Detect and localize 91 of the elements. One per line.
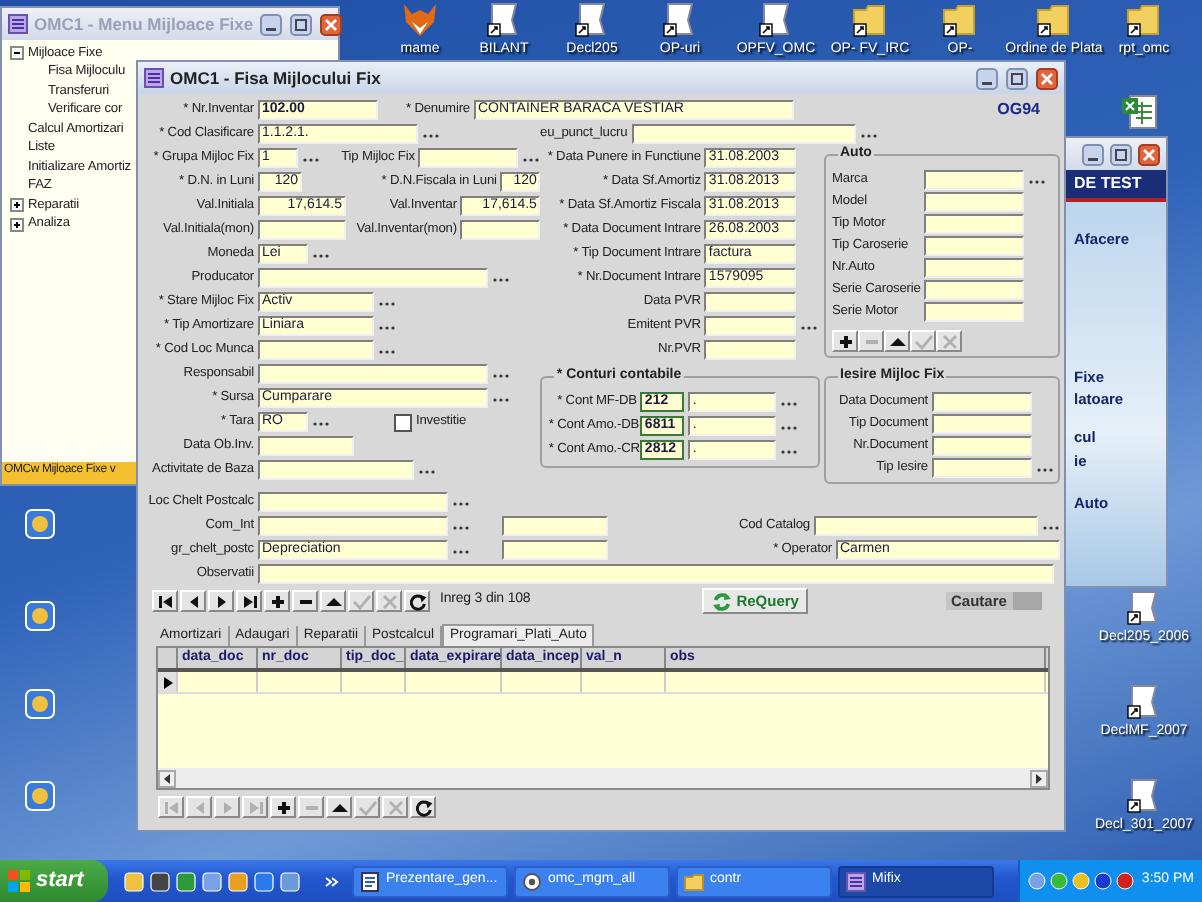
next-button[interactable] <box>208 590 234 612</box>
text-field[interactable] <box>258 492 448 512</box>
minimize-button[interactable] <box>976 67 998 89</box>
app-icon <box>8 14 28 34</box>
minimize-button[interactable] <box>1082 143 1104 165</box>
text-field[interactable] <box>258 516 448 536</box>
skip-left-icon <box>153 591 177 611</box>
maximize-button[interactable] <box>1110 143 1132 165</box>
text-field[interactable] <box>631 124 856 144</box>
close-button[interactable] <box>1138 143 1160 165</box>
refresh-button[interactable] <box>410 796 436 818</box>
collapse-icon[interactable] <box>10 46 24 61</box>
last-button[interactable] <box>236 590 262 612</box>
expand-icon[interactable] <box>10 217 24 232</box>
maximize-button[interactable] <box>1006 67 1028 89</box>
text-field[interactable] <box>704 316 797 336</box>
browser-icon <box>522 871 542 891</box>
app-icon[interactable] <box>20 684 60 724</box>
first-button[interactable] <box>152 590 178 612</box>
text-field[interactable] <box>502 540 608 560</box>
refresh-icon <box>405 591 429 611</box>
text-field[interactable] <box>258 220 346 240</box>
fox-icon[interactable] <box>400 0 440 40</box>
refresh-button[interactable] <box>404 590 430 612</box>
checkmark-icon <box>349 591 373 611</box>
text-field[interactable] <box>924 279 1024 299</box>
folder-icon[interactable] <box>850 0 890 40</box>
expand-icon[interactable] <box>10 198 24 213</box>
text-field[interactable] <box>932 435 1032 455</box>
text-field[interactable] <box>460 220 541 240</box>
move-up-button[interactable] <box>884 330 910 352</box>
delete-button[interactable] <box>292 590 318 612</box>
text-field[interactable] <box>258 564 1054 584</box>
text-field[interactable] <box>924 169 1024 189</box>
close-button[interactable] <box>319 13 342 35</box>
checkmark-icon <box>355 797 379 817</box>
app-icon[interactable] <box>20 776 60 816</box>
text-field[interactable] <box>932 391 1032 411</box>
app-icon <box>144 68 164 88</box>
text-field[interactable] <box>924 301 1024 321</box>
refresh-icon <box>411 797 435 817</box>
move-up-button[interactable] <box>326 796 352 818</box>
text-field[interactable] <box>924 257 1024 277</box>
text-field[interactable] <box>704 340 797 360</box>
refresh-icon <box>712 591 733 611</box>
folder-icon[interactable] <box>1124 0 1164 40</box>
checkbox[interactable] <box>394 413 412 431</box>
add-button[interactable] <box>264 590 290 612</box>
text-field[interactable] <box>932 413 1032 433</box>
windows-logo-icon <box>8 870 30 892</box>
text-field[interactable] <box>704 292 797 312</box>
record-code: OG94 <box>997 100 1040 120</box>
window-title: OMC1 - Menu Mijloace Fixe <box>34 13 254 35</box>
close-button[interactable] <box>1036 67 1058 89</box>
text-field[interactable] <box>258 340 374 360</box>
text-field[interactable] <box>258 364 488 384</box>
text-field[interactable] <box>932 457 1032 477</box>
text-field[interactable] <box>924 191 1024 211</box>
cross-icon <box>937 331 961 351</box>
start-button[interactable]: start <box>0 860 108 902</box>
text-field[interactable] <box>814 516 1038 536</box>
add-button[interactable] <box>270 796 296 818</box>
scrollbar[interactable] <box>158 768 1048 788</box>
folder-icon[interactable] <box>1034 0 1074 40</box>
maximize-button[interactable] <box>289 13 312 35</box>
minimize-button[interactable] <box>259 13 282 35</box>
add-button[interactable] <box>832 330 858 352</box>
skip-left-icon <box>159 797 183 817</box>
text-field[interactable] <box>502 516 608 536</box>
text-field[interactable] <box>258 268 488 288</box>
document-icon <box>360 871 380 891</box>
cross-icon <box>377 591 401 611</box>
app-icon <box>846 871 866 891</box>
text-field[interactable] <box>258 436 354 456</box>
folder-icon <box>684 871 704 891</box>
scroll-right-button[interactable] <box>1030 769 1048 787</box>
text-field[interactable] <box>258 460 414 480</box>
move-up-button[interactable] <box>320 590 346 612</box>
chevron-icon[interactable] <box>324 873 340 889</box>
app-icon[interactable] <box>20 504 60 544</box>
text-field[interactable] <box>924 235 1024 255</box>
folder-icon[interactable] <box>940 0 980 40</box>
app-icon[interactable] <box>20 596 60 636</box>
cross-icon <box>383 797 407 817</box>
scroll-left-button[interactable] <box>158 769 176 787</box>
previous-button[interactable] <box>180 590 206 612</box>
checkmark-icon <box>911 331 935 351</box>
text-field[interactable] <box>924 213 1024 233</box>
text-field[interactable] <box>418 148 519 168</box>
spreadsheet-icon[interactable] <box>1120 92 1160 132</box>
window-title: OMC1 - Fisa Mijlocului Fix <box>170 67 381 89</box>
